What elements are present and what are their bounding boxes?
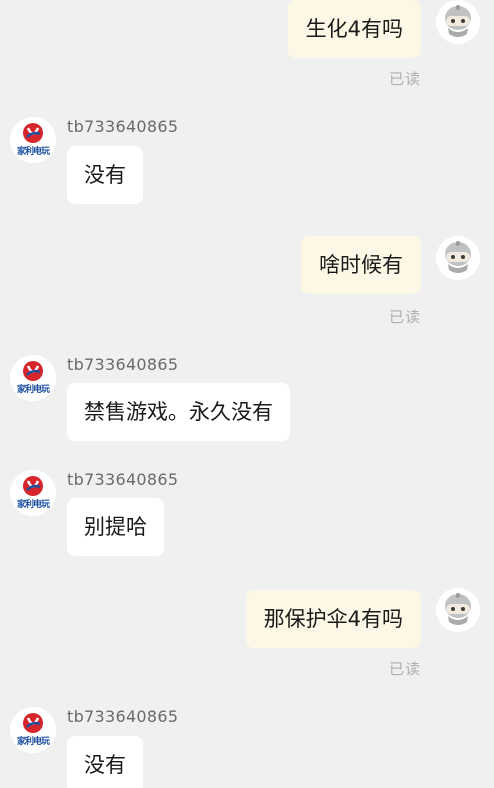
message-bubble[interactable]: 啥时候有 (301, 236, 421, 294)
user-avatar[interactable] (436, 236, 480, 280)
shop-avatar[interactable]: 家利电玩 (10, 470, 56, 516)
message-bubble[interactable]: 生化4有吗 (287, 0, 421, 58)
shop-avatar[interactable]: 家利电玩 (10, 707, 56, 753)
message-bubble[interactable]: 没有 (67, 736, 143, 788)
sender-name: tb733640865 (67, 470, 179, 489)
message-bubble[interactable]: 禁售游戏。永久没有 (67, 383, 290, 441)
message-bubble[interactable]: 别提哈 (67, 498, 164, 556)
shop-logo-text: 家利电玩 (16, 385, 50, 395)
sender-name: tb733640865 (67, 117, 179, 136)
message-bubble[interactable]: 没有 (67, 146, 143, 204)
sender-name: tb733640865 (67, 355, 179, 374)
read-status: 已读 (388, 660, 421, 678)
robot-avatar-icon (436, 236, 480, 280)
chat-conversation: 生化4有吗 已读 家利电玩 tb733640865 没有 啥时候有 已读 家利电… (0, 0, 494, 788)
shop-avatar[interactable]: 家利电玩 (10, 117, 56, 163)
read-status: 已读 (388, 308, 421, 326)
robot-avatar-icon (436, 0, 480, 44)
shop-logo-text: 家利电玩 (16, 147, 50, 157)
user-avatar[interactable] (436, 588, 480, 632)
robot-avatar-icon (436, 588, 480, 632)
message-bubble[interactable]: 那保护伞4有吗 (245, 590, 421, 648)
shop-logo-text: 家利电玩 (16, 737, 50, 747)
sender-name: tb733640865 (67, 707, 179, 726)
user-avatar[interactable] (436, 0, 480, 44)
shop-avatar[interactable]: 家利电玩 (10, 355, 56, 401)
shop-logo-text: 家利电玩 (16, 500, 50, 510)
read-status: 已读 (388, 70, 421, 88)
